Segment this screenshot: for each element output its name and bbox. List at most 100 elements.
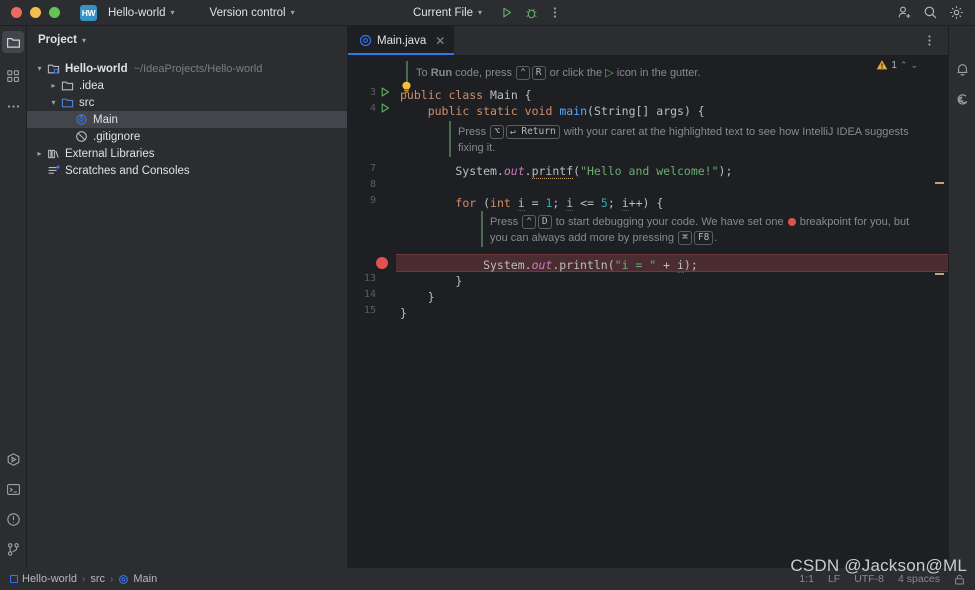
editor-options-icon[interactable] [918,30,940,52]
warning-count: 1 [891,60,897,71]
sidebar-item-run[interactable] [2,448,24,470]
editor-gutter[interactable]: 34789131415 [348,55,396,568]
sidebar-item-version-control[interactable] [2,538,24,560]
hint-text: you can always add more by pressing [490,232,677,244]
chevron-down-icon[interactable]: ▾ [33,64,46,73]
debug-hint-bar [481,211,483,247]
tree-item-hello-world[interactable]: ▾Hello-world~/IdeaProjects/Hello-world [27,60,347,77]
gutter-run-icon[interactable] [379,86,391,98]
hint-text: Press [490,216,521,228]
java-class-icon [74,113,89,126]
tree-item-label: Scratches and Consoles [65,165,190,177]
breadcrumb-label: Hello-world [22,573,77,585]
tree-item-main[interactable]: Main [27,111,347,128]
line-number: 9 [370,195,376,206]
intention-hint-line-1: Press ⌥↵ Return with your caret at the h… [458,125,909,140]
chevron-right-icon[interactable]: ▸ [33,149,46,158]
hint-text: or click the [547,67,606,79]
line-number: 4 [370,103,376,114]
debug-button[interactable] [520,2,542,24]
code-line-9: for (int i = 1; i <= 5; i++) { [400,195,663,211]
breadcrumb-item-hello-world[interactable]: Hello-world [10,573,77,585]
tree-item-gitignore[interactable]: .gitignore [27,128,347,145]
right-tool-rail [948,26,975,568]
code-line-12: System.out.println("i = " + i); [400,257,698,273]
keyboard-shortcut-key: ⌃ [522,215,536,229]
module-icon [10,575,18,583]
code-editor[interactable]: 1 ⌃ ⌄ 34789131415 [348,55,948,568]
tree-item-label: External Libraries [65,148,154,160]
tree-item-src[interactable]: ▾ src [27,94,347,111]
run-button[interactable] [496,2,518,24]
tab-main-java[interactable]: Main.java ✕ [348,26,454,55]
project-badge: HW [80,5,97,21]
line-number: 8 [370,179,376,190]
hint-text: . [714,232,717,244]
gutter-run-icon[interactable] [379,102,391,114]
project-name-dropdown[interactable]: Hello-world ▾ [97,3,179,23]
tree-item-label: src [79,97,94,109]
breadcrumb-item-src[interactable]: src [90,573,105,585]
search-icon[interactable] [919,2,941,24]
sidebar-item-more-tool-windows[interactable] [2,95,24,117]
hint-text: Press [458,126,489,138]
module-icon [46,62,61,75]
breadcrumb-item-main[interactable]: Main [118,573,157,585]
sidebar-item-structure[interactable] [2,65,24,87]
ai-assistant-icon[interactable] [951,88,973,110]
java-class-icon [118,574,129,585]
tree-item-scratches-and-consoles[interactable]: Scratches and Consoles [27,162,347,179]
editor-marker-breakpoint[interactable] [935,273,944,275]
sidebar-item-terminal[interactable] [2,478,24,500]
tab-label: Main.java [377,35,426,47]
maximize-window-button[interactable] [49,7,60,18]
chevron-down-icon[interactable]: ▾ [47,98,60,107]
next-problem-icon[interactable]: ⌄ [910,60,918,71]
close-icon[interactable]: ✕ [435,34,445,48]
sidebar-item-problems[interactable] [2,508,24,530]
run-controls: Current File ▾ [409,2,566,24]
hint-text: code, press [452,67,515,79]
project-tool-window: Project ▾ ▾Hello-world~/IdeaProjects/Hel… [27,26,348,568]
previous-problem-icon[interactable]: ⌃ [900,60,908,71]
line-number: 3 [370,87,376,98]
chevron-right-icon[interactable]: ▸ [47,81,60,90]
keyboard-shortcut-key: D [538,215,552,229]
breakpoint-marker[interactable] [376,257,388,269]
hint-text: with your caret at the highlighted text … [561,126,909,138]
run-hint-text: To Run code, press ⌃R or click the ▷ ico… [416,66,701,81]
line-number: 7 [370,163,376,174]
project-panel-title: Project [38,34,77,46]
code-line-15: } [400,305,407,321]
title-bar: HW Hello-world ▾ Version control ▾ Curre… [0,0,975,26]
more-actions-button[interactable] [544,2,566,24]
minimize-window-button[interactable] [30,7,41,18]
close-window-button[interactable] [11,7,22,18]
project-panel-header[interactable]: Project ▾ [27,26,347,54]
hint-text: fixing it. [458,142,495,154]
code-line-14: } [400,289,435,305]
tree-item-path: ~/IdeaProjects/Hello-world [134,63,263,75]
line-number: 15 [364,305,376,316]
library-icon [46,147,61,160]
inspection-status-widget[interactable]: 1 ⌃ ⌄ [876,59,918,71]
main-body: Project ▾ ▾Hello-world~/IdeaProjects/Hel… [0,26,975,568]
tree-item-external-libraries[interactable]: ▸ External Libraries [27,145,347,162]
account-icon[interactable] [893,2,915,24]
sidebar-item-project[interactable] [2,31,24,53]
notifications-icon[interactable] [951,58,973,80]
intention-hint-bar [449,121,451,157]
editor-marker-warning[interactable] [935,182,944,184]
run-configuration-selector[interactable]: Current File ▾ [409,3,486,23]
chevron-down-icon: ▾ [291,8,295,17]
settings-icon[interactable] [945,2,967,24]
project-tree: ▾Hello-world~/IdeaProjects/Hello-world▸.… [27,54,347,179]
hint-text: breakpoint for you, but [797,216,910,228]
editor-content[interactable]: To Run code, press ⌃R or click the ▷ ico… [396,55,948,568]
editor-tab-bar: Main.java ✕ [348,26,948,55]
java-class-icon [359,34,372,47]
version-control-dropdown[interactable]: Version control ▾ [199,3,299,23]
gitignore-icon [74,130,89,143]
breakpoint-dot-icon [788,218,796,226]
tree-item-idea[interactable]: ▸.idea [27,77,347,94]
